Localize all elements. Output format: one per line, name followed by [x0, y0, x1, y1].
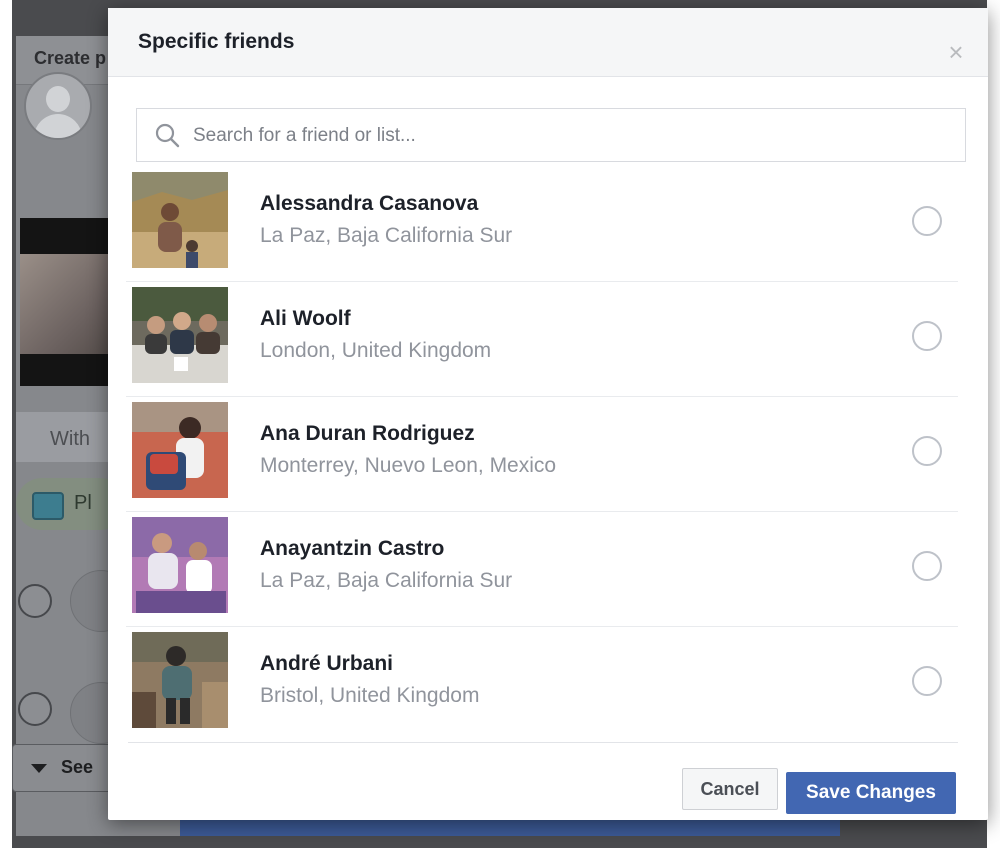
bg-radio: [18, 692, 52, 726]
friend-select-radio[interactable]: [912, 206, 942, 236]
dialog-header: Specific friends ×: [108, 8, 988, 77]
friend-row[interactable]: André Urbani Bristol, United Kingdom: [126, 628, 958, 742]
search-icon: [155, 123, 180, 148]
bg-radio: [18, 584, 52, 618]
friend-location: La Paz, Baja California Sur: [260, 569, 513, 592]
friend-name: Ana Duran Rodriguez: [260, 422, 475, 445]
specific-friends-dialog: Specific friends × Search for a friend o…: [108, 8, 988, 820]
friend-location: Monterrey, Nuevo Leon, Mexico: [260, 454, 557, 477]
friend-row[interactable]: Anayantzin Castro La Paz, Baja Californi…: [126, 513, 958, 627]
friend-row[interactable]: Alessandra Casanova La Paz, Baja Califor…: [126, 168, 958, 282]
dialog-title: Specific friends: [138, 30, 295, 53]
friend-row[interactable]: Ana Duran Rodriguez Monterrey, Nuevo Leo…: [126, 398, 958, 512]
avatar: [24, 72, 92, 140]
close-icon[interactable]: ×: [944, 39, 968, 65]
friend-name: Alessandra Casanova: [260, 192, 479, 215]
friend-photo: [132, 172, 228, 268]
friend-photo: [132, 402, 228, 498]
friend-photo: [132, 632, 228, 728]
friend-photo: [132, 287, 228, 383]
friend-select-radio[interactable]: [912, 436, 942, 466]
friend-select-radio[interactable]: [912, 321, 942, 351]
friend-photo: [132, 517, 228, 613]
friend-name: Ali Woolf: [260, 307, 351, 330]
save-changes-button[interactable]: Save Changes: [786, 772, 956, 814]
search-box[interactable]: [136, 108, 966, 162]
photo-button-label: Pl: [74, 492, 92, 514]
footer-divider: [128, 742, 958, 743]
friend-select-radio[interactable]: [912, 551, 942, 581]
see-more-label: See: [61, 757, 94, 777]
friend-name: André Urbani: [260, 652, 394, 675]
search-input[interactable]: [191, 117, 955, 155]
friend-name: Anayantzin Castro: [260, 537, 445, 560]
create-post-title: Create p: [34, 48, 107, 68]
friend-location: Bristol, United Kingdom: [260, 684, 480, 707]
cancel-button[interactable]: Cancel: [682, 768, 778, 810]
friend-row[interactable]: Ali Woolf London, United Kingdom: [126, 283, 958, 397]
friend-location: London, United Kingdom: [260, 339, 492, 362]
friend-select-radio[interactable]: [912, 666, 942, 696]
photo-icon: [32, 492, 64, 520]
friend-location: La Paz, Baja California Sur: [260, 224, 513, 247]
caret-down-icon: [31, 764, 47, 773]
